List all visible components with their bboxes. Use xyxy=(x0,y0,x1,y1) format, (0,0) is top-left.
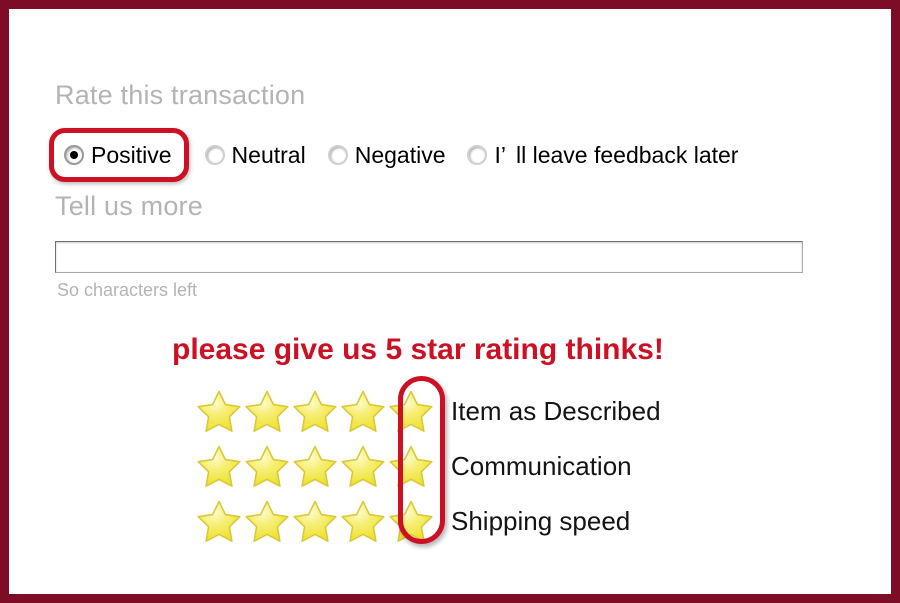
rating-label-communication: Communication xyxy=(451,450,632,481)
radio-label-negative: Negative xyxy=(354,141,446,168)
star-icon[interactable] xyxy=(387,442,435,490)
rate-section-heading: Rate this transaction xyxy=(55,80,306,110)
star-icon[interactable] xyxy=(339,497,387,545)
feedback-text-input[interactable] xyxy=(55,241,803,273)
screenshot-root: Rate this transaction Positive Neutral N… xyxy=(0,0,900,603)
star-icon[interactable] xyxy=(195,442,243,490)
radio-label-positive: Positive xyxy=(91,141,172,168)
promo-message: please give us 5 star rating thinks! xyxy=(172,333,664,366)
star-group-item-as-described[interactable] xyxy=(195,387,435,435)
radio-option-positive[interactable]: Positive xyxy=(49,128,189,182)
star-icon[interactable] xyxy=(339,442,387,490)
frame-border-right xyxy=(891,0,900,603)
radio-button-later[interactable] xyxy=(467,145,488,165)
star-icon[interactable] xyxy=(243,497,291,545)
frame-border-left xyxy=(0,0,9,603)
radio-label-later-part1: I’ xyxy=(494,141,506,168)
radio-button-neutral[interactable] xyxy=(204,145,225,165)
character-counter-label: So characters left xyxy=(57,280,198,300)
star-ratings-block: Item as Described Communication Shipping… xyxy=(195,383,661,548)
star-icon[interactable] xyxy=(291,497,339,545)
frame-border-bottom xyxy=(0,594,900,603)
radio-option-neutral[interactable]: Neutral xyxy=(204,133,306,177)
star-icon[interactable] xyxy=(195,387,243,435)
rating-label-shipping-speed: Shipping speed xyxy=(451,505,631,536)
tell-us-more-heading: Tell us more xyxy=(55,191,203,221)
radio-button-positive[interactable] xyxy=(64,145,84,165)
star-group-communication[interactable] xyxy=(195,442,435,490)
rating-row-communication: Communication xyxy=(195,438,661,493)
radio-option-later[interactable]: I’ ll leave feedback later xyxy=(467,133,738,177)
radio-button-negative[interactable] xyxy=(327,145,348,165)
star-group-shipping-speed[interactable] xyxy=(195,497,435,545)
star-icon[interactable] xyxy=(195,497,243,545)
radio-label-later-part2: ll leave feedback later xyxy=(515,141,739,168)
star-icon[interactable] xyxy=(291,387,339,435)
star-icon[interactable] xyxy=(387,387,435,435)
radio-label-neutral: Neutral xyxy=(231,141,306,168)
star-icon[interactable] xyxy=(291,442,339,490)
star-icon[interactable] xyxy=(387,497,435,545)
radio-label-later: I’ ll leave feedback later xyxy=(487,141,739,168)
star-icon[interactable] xyxy=(339,387,387,435)
star-icon[interactable] xyxy=(243,442,291,490)
radio-option-negative[interactable]: Negative xyxy=(327,133,446,177)
feedback-form: Rate this transaction Positive Neutral N… xyxy=(9,9,891,594)
rating-row-item-as-described: Item as Described xyxy=(195,383,661,438)
frame-border-top xyxy=(0,0,900,9)
rating-radio-group: Positive Neutral Negative I’ ll leave fee… xyxy=(49,128,738,182)
star-icon[interactable] xyxy=(243,387,291,435)
rating-row-shipping-speed: Shipping speed xyxy=(195,493,661,548)
rating-label-item-as-described: Item as Described xyxy=(451,395,661,426)
